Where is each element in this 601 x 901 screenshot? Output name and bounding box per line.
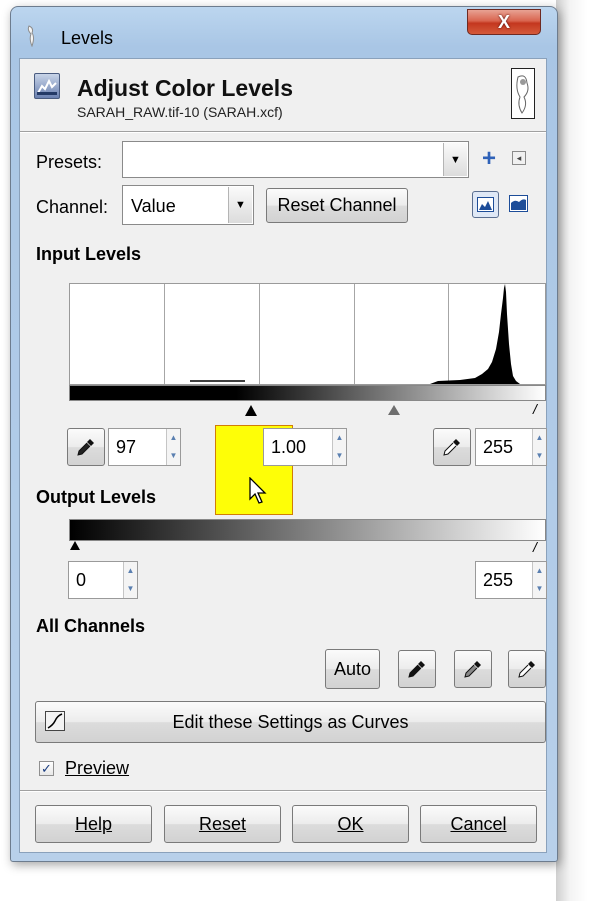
white-point-picker-button[interactable] bbox=[433, 428, 471, 466]
spin-arrows[interactable]: ▲ ▼ bbox=[123, 562, 137, 598]
preview-checkbox[interactable]: ✓ bbox=[39, 761, 54, 776]
low-output-spinbox[interactable]: 0 ▲ ▼ bbox=[68, 561, 138, 599]
close-icon: X bbox=[497, 11, 510, 32]
histogram bbox=[69, 283, 546, 385]
high-output-handle[interactable]: / bbox=[533, 539, 537, 555]
image-name: SARAH_RAW.tif-10 (SARAH.xcf) bbox=[77, 104, 283, 120]
title-bar[interactable]: Levels X bbox=[11, 7, 557, 59]
high-input-spinbox[interactable]: 255 ▲ ▼ bbox=[475, 428, 547, 466]
reset-channel-button[interactable]: Reset Channel bbox=[266, 188, 408, 223]
chevron-down-icon[interactable]: ▼ bbox=[228, 187, 252, 223]
levels-dialog: Levels X Adjust Color Levels SARAH_RAW.t… bbox=[10, 6, 558, 862]
gray-picker-button[interactable] bbox=[454, 650, 492, 688]
page: Levels X Adjust Color Levels SARAH_RAW.t… bbox=[0, 0, 601, 901]
app-icon bbox=[27, 25, 34, 47]
eyedropper-icon bbox=[464, 661, 481, 678]
eyedropper-icon bbox=[443, 439, 460, 456]
cancel-button[interactable]: Cancel bbox=[420, 805, 537, 843]
eyedropper-icon bbox=[408, 661, 425, 678]
presets-combo[interactable]: ▼ bbox=[122, 141, 469, 178]
close-button[interactable]: X bbox=[467, 9, 541, 35]
channel-value: Value bbox=[131, 196, 176, 216]
linear-histogram-icon[interactable] bbox=[472, 191, 499, 218]
low-input-handle[interactable] bbox=[245, 405, 257, 416]
footer-separator bbox=[20, 790, 546, 792]
edit-as-curves-label: Edit these Settings as Curves bbox=[172, 711, 409, 732]
header-separator bbox=[20, 131, 546, 133]
black-picker-button[interactable] bbox=[398, 650, 436, 688]
reset-label: Reset bbox=[198, 813, 247, 834]
image-thumbnail bbox=[511, 68, 535, 119]
histogram-plot bbox=[190, 284, 520, 384]
ok-button[interactable]: OK bbox=[292, 805, 409, 843]
channel-label: Channel: bbox=[36, 197, 109, 217]
channel-combo[interactable]: Value ▼ bbox=[122, 185, 254, 225]
chevron-down-icon[interactable]: ▼ bbox=[443, 143, 467, 176]
spin-arrows[interactable]: ▲ ▼ bbox=[332, 429, 346, 465]
low-input-spinbox[interactable]: 97 ▲ ▼ bbox=[108, 428, 181, 466]
levels-icon bbox=[34, 73, 60, 99]
curves-icon bbox=[45, 711, 65, 731]
high-output-value: 255 bbox=[483, 570, 514, 590]
eyedropper-icon bbox=[77, 439, 94, 456]
white-picker-button[interactable] bbox=[508, 650, 546, 688]
presets-label: Presets: bbox=[36, 152, 103, 172]
eyedropper-icon bbox=[518, 661, 535, 678]
help-label: Help bbox=[74, 813, 113, 834]
all-channels-heading: All Channels bbox=[36, 616, 146, 636]
gamma-slider-handle[interactable] bbox=[388, 405, 400, 415]
low-output-handle[interactable] bbox=[70, 541, 80, 550]
mouse-cursor-icon bbox=[249, 477, 267, 504]
dialog-client: Adjust Color Levels SARAH_RAW.tif-10 (SA… bbox=[19, 58, 547, 853]
low-output-value: 0 bbox=[76, 570, 87, 590]
spin-arrows[interactable]: ▲ ▼ bbox=[532, 429, 546, 465]
preview-label[interactable]: Preview bbox=[65, 758, 129, 779]
ok-label: OK bbox=[337, 813, 364, 834]
add-preset-icon[interactable]: + bbox=[482, 145, 496, 173]
gamma-value: 1.00 bbox=[271, 437, 307, 457]
spin-arrows[interactable]: ▲ ▼ bbox=[532, 562, 546, 598]
high-output-spinbox[interactable]: 255 ▲ ▼ bbox=[475, 561, 547, 599]
output-levels-heading: Output Levels bbox=[36, 487, 157, 507]
edit-as-curves-button[interactable]: Edit these Settings as Curves bbox=[35, 701, 546, 743]
output-gradient-bar bbox=[69, 519, 546, 541]
auto-button[interactable]: Auto bbox=[325, 649, 380, 689]
desktop-edge bbox=[556, 0, 601, 901]
low-input-value: 97 bbox=[116, 437, 137, 457]
high-input-handle[interactable]: / bbox=[533, 401, 537, 417]
gamma-spinbox[interactable]: 1.00 ▲ ▼ bbox=[263, 428, 347, 466]
help-button[interactable]: Help bbox=[35, 805, 152, 843]
window-title: Levels bbox=[61, 28, 114, 48]
cancel-label: Cancel bbox=[450, 813, 507, 834]
input-levels-heading: Input Levels bbox=[36, 244, 142, 264]
log-histogram-icon[interactable] bbox=[508, 194, 529, 215]
black-point-picker-button[interactable] bbox=[67, 428, 105, 466]
preset-menu-icon[interactable]: ◂ bbox=[512, 151, 526, 165]
high-input-value: 255 bbox=[483, 437, 514, 457]
input-gradient-bar bbox=[69, 385, 546, 401]
dialog-heading: Adjust Color Levels bbox=[77, 75, 293, 101]
reset-button[interactable]: Reset bbox=[164, 805, 281, 843]
spin-arrows[interactable]: ▲ ▼ bbox=[166, 429, 180, 465]
